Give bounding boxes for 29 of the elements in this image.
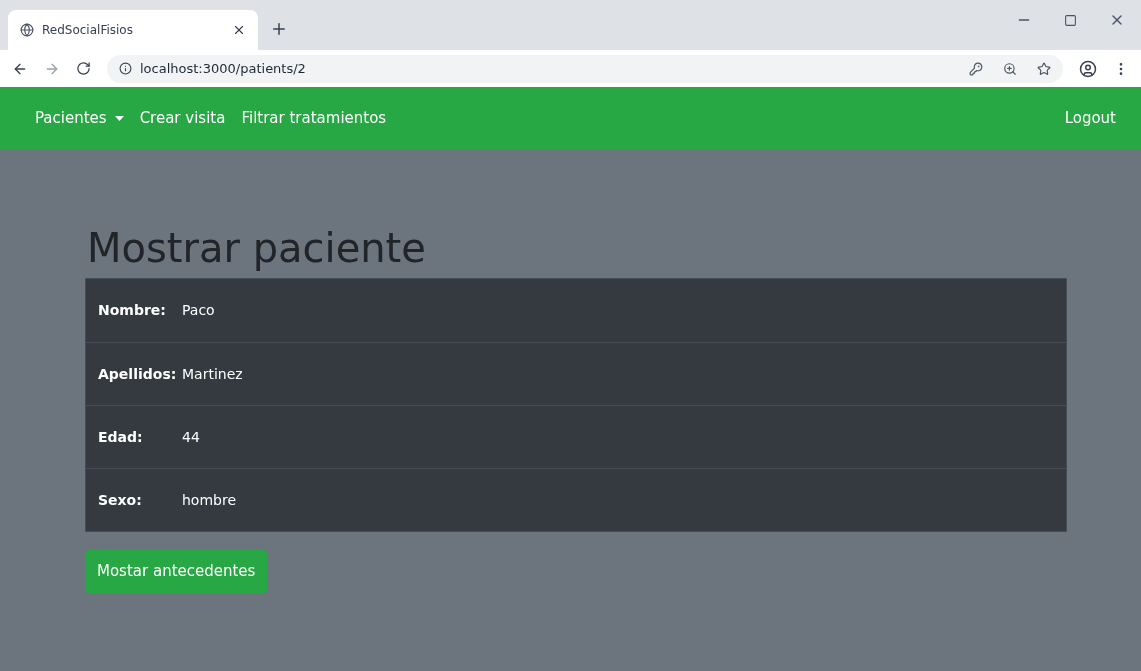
- key-icon[interactable]: [969, 61, 983, 76]
- logout-link[interactable]: Logout: [1064, 107, 1116, 130]
- globe-icon: [20, 23, 34, 37]
- bookmark-star-icon[interactable]: [1037, 61, 1051, 76]
- tab-title: RedSocialFisios: [42, 22, 134, 39]
- nav-link[interactable]: Filtrar tratamientos: [241, 107, 387, 130]
- close-tab-icon[interactable]: [232, 23, 246, 37]
- field-label: Sexo:: [98, 490, 143, 510]
- field-value: Martinez: [182, 364, 243, 384]
- field-value: hombre: [182, 490, 237, 510]
- profile-icon[interactable]: [1079, 59, 1097, 78]
- page-heading: Mostrar paciente: [86, 224, 427, 273]
- field-label: Apellidos:: [98, 364, 178, 384]
- zoom-icon[interactable]: [1003, 61, 1017, 76]
- reload-icon[interactable]: [76, 61, 91, 76]
- info-icon: [119, 62, 132, 75]
- caret-icon: [114, 116, 124, 121]
- field-label: Edad:: [98, 427, 144, 447]
- url-text: localhost:3000/patients/2: [140, 59, 307, 78]
- nav-link[interactable]: Crear visita: [139, 107, 226, 130]
- field-label: Nombre:: [98, 301, 167, 320]
- maximize-icon[interactable]: [1064, 13, 1077, 27]
- field-value: 44: [182, 427, 200, 447]
- new-tab-icon[interactable]: [270, 20, 288, 38]
- address-bar[interactable]: localhost:3000/patients/2: [107, 54, 1063, 83]
- field-value: Paco: [182, 301, 215, 320]
- nav-link[interactable]: Pacientes: [35, 107, 124, 130]
- browser-tab[interactable]: RedSocialFisios: [8, 10, 258, 50]
- antecedents-button[interactable]: Mostar antecedentes: [85, 550, 268, 593]
